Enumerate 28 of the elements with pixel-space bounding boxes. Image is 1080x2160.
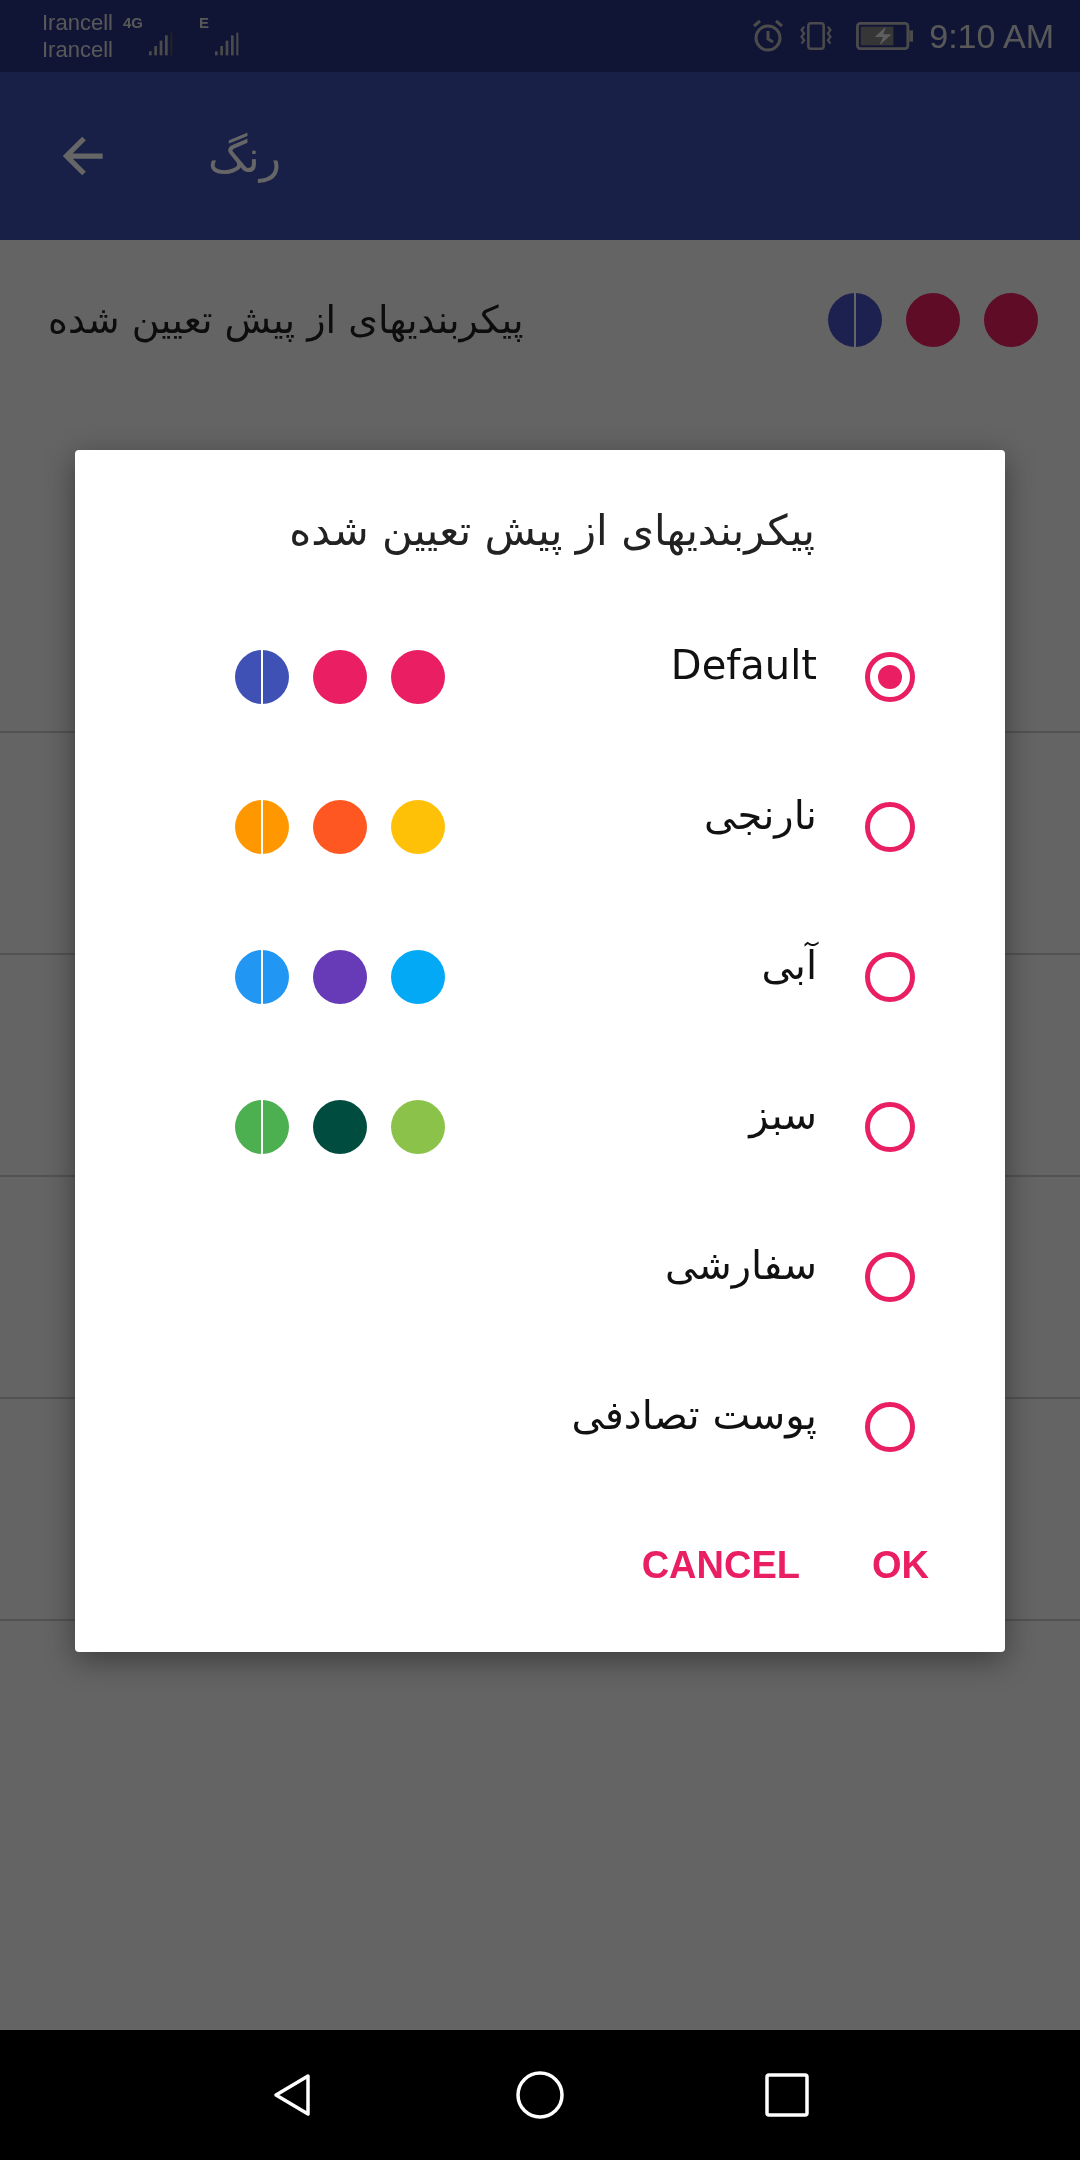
signal-icon <box>214 32 239 56</box>
network-type: 4G <box>122 14 143 31</box>
clock: 9:10 AM <box>929 16 1054 56</box>
signal-icon <box>148 32 173 56</box>
ok-button[interactable]: OK <box>856 1532 945 1599</box>
option-label[interactable]: Default <box>445 642 817 688</box>
option-label[interactable]: آبی <box>445 942 817 988</box>
radio-button[interactable] <box>865 652 915 702</box>
option-label[interactable]: پوست تصادفی <box>445 1392 817 1438</box>
home-icon[interactable] <box>515 2070 565 2120</box>
carrier-name: Irancell <box>42 9 113 36</box>
battery-icon <box>855 22 916 50</box>
dialog-title: پیکربندیهای از پیش تعیین شده <box>288 506 816 558</box>
radio-button[interactable] <box>865 1402 915 1452</box>
option-label[interactable]: نارنجی <box>445 792 817 838</box>
radio-button[interactable] <box>865 952 915 1002</box>
option-label[interactable]: سبز <box>445 1092 817 1138</box>
cancel-button[interactable]: CANCEL <box>625 1532 816 1599</box>
radio-button[interactable] <box>865 1252 915 1302</box>
preset-label: پیکربندیهای از پیش تعیین شده <box>48 298 524 342</box>
screen-title: رنگ <box>208 130 281 182</box>
network-type: E <box>198 14 209 31</box>
vibrate-icon <box>799 19 834 53</box>
radio-button[interactable] <box>865 1102 915 1152</box>
radio-button[interactable] <box>865 802 915 852</box>
option-label[interactable]: سفارشی <box>445 1242 817 1288</box>
carrier-name: Irancell <box>42 36 113 63</box>
alarm-icon <box>751 19 786 53</box>
